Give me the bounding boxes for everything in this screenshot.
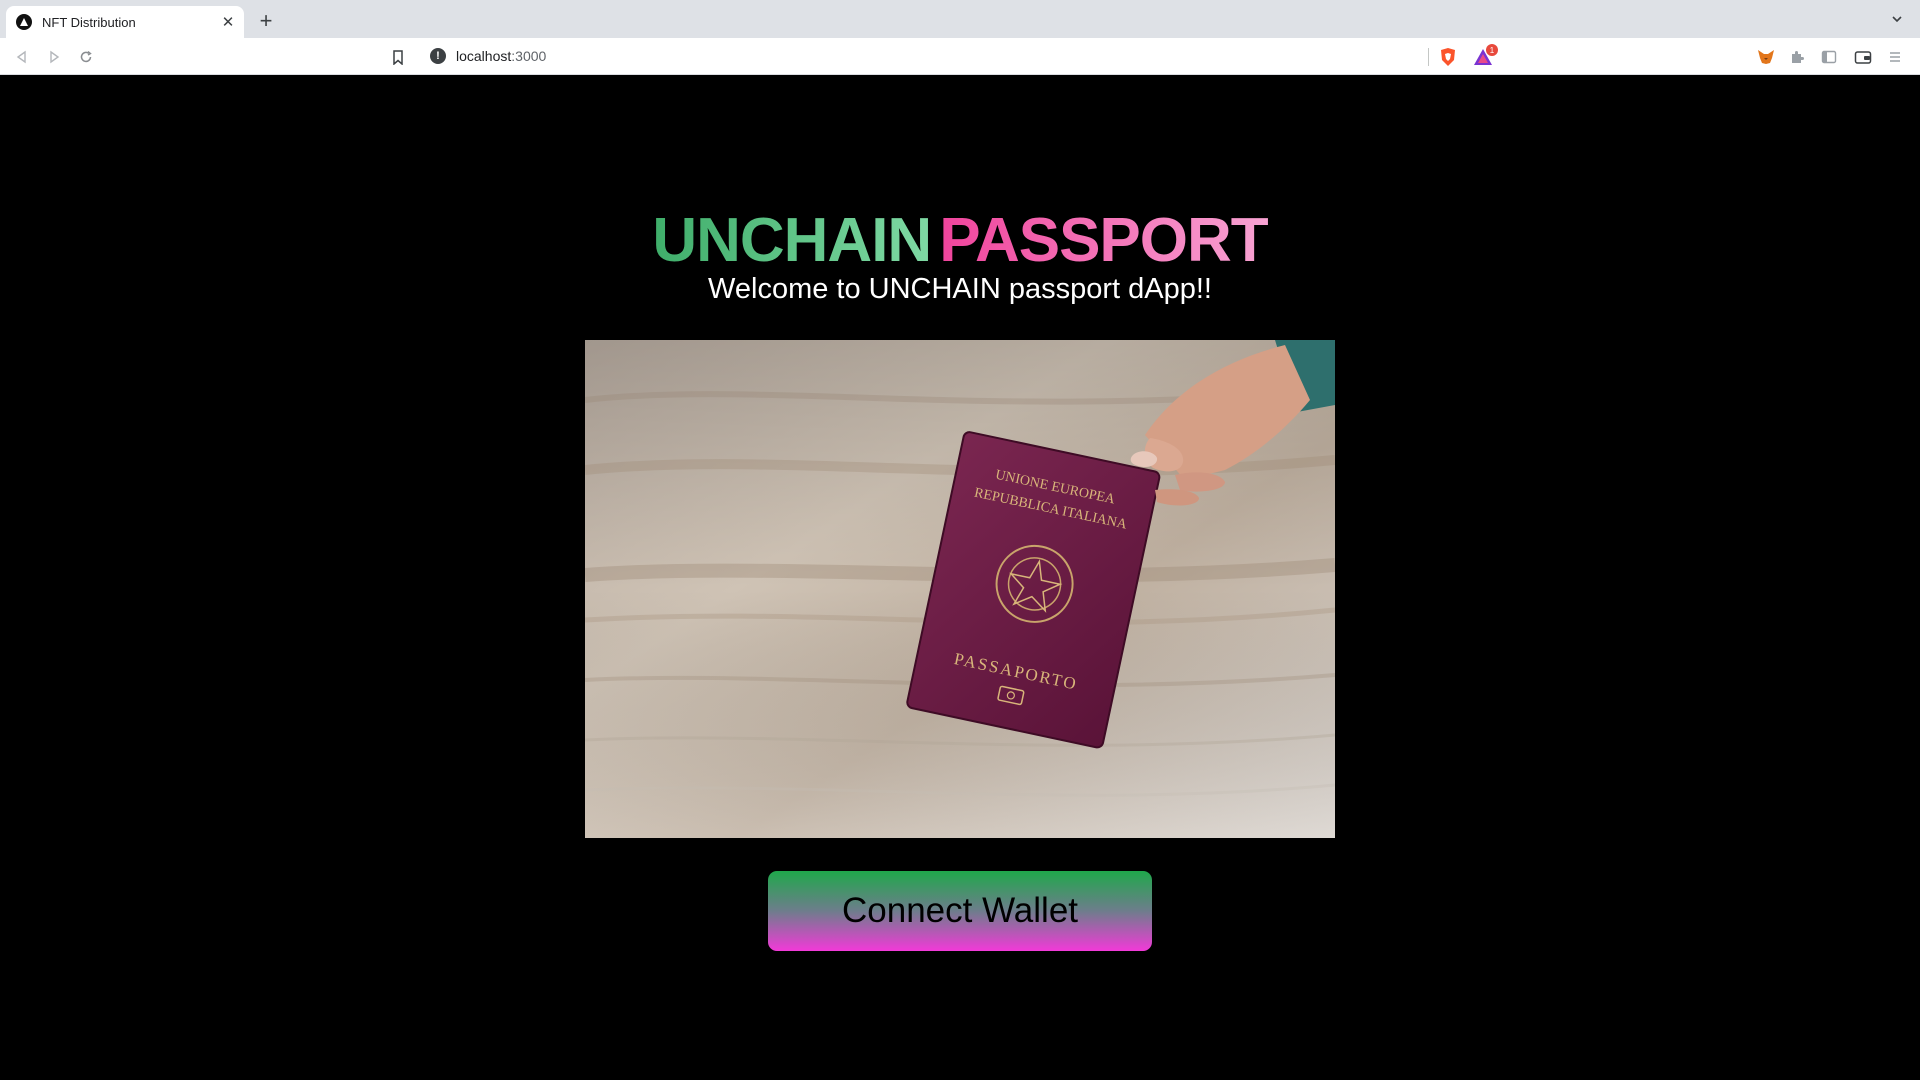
url-text: localhost:3000 [456,48,546,64]
sidebar-toggle-icon[interactable] [1818,46,1840,68]
page-content: UNCHAIN PASSPORT Welcome to UNCHAIN passp… [0,75,1920,1080]
back-icon[interactable] [12,47,32,67]
bookmark-icon[interactable] [388,47,408,67]
welcome-subtitle: Welcome to UNCHAIN passport dApp!! [708,273,1212,305]
passport-photo-illustration: UNIONE EUROPEA REPUBBLICA ITALIANA PASSA… [585,340,1335,838]
brave-shields-icon[interactable] [1437,46,1459,68]
site-info-icon[interactable]: ! [430,48,446,64]
rewards-badge: 1 [1486,44,1498,56]
close-tab-icon[interactable]: ✕ [220,14,236,31]
browser-toolbar: ! localhost:3000 1 [0,38,1920,75]
address-bar[interactable]: ! localhost:3000 [420,42,1500,70]
url-port: :3000 [511,48,547,64]
tab-title: NFT Distribution [42,14,136,30]
new-tab-plus-icon[interactable]: + [255,10,277,32]
metamask-fox-icon[interactable] [1755,46,1777,68]
page-title: UNCHAIN PASSPORT [0,210,1920,272]
url-host: localhost [456,48,512,64]
browser-tab[interactable]: NFT Distribution ✕ [6,6,244,38]
tab-search-chevron-icon[interactable] [1888,10,1906,28]
wallet-icon[interactable] [1852,46,1874,68]
brave-rewards-icon[interactable]: 1 [1472,44,1498,68]
connect-wallet-button[interactable]: Connect Wallet [768,871,1152,951]
favicon-icon [16,14,32,30]
title-passport: PASSPORT [939,206,1268,275]
address-bar-divider [1428,48,1429,66]
passport-hero-image: UNIONE EUROPEA REPUBBLICA ITALIANA PASSA… [585,340,1335,838]
title-unchain: UNCHAIN [652,206,932,275]
tab-strip: NFT Distribution ✕ + [0,0,1920,38]
extensions-puzzle-icon[interactable] [1786,46,1808,68]
reload-icon[interactable] [76,47,96,67]
forward-icon[interactable] [44,47,64,67]
menu-hamburger-icon[interactable] [1884,46,1906,68]
